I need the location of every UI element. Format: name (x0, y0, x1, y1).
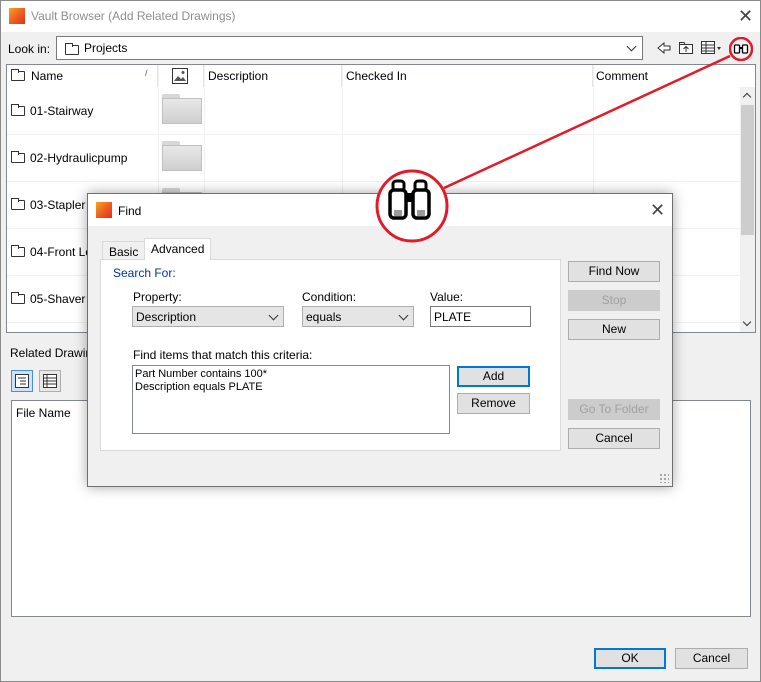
search-for-label: Search For: (113, 266, 176, 280)
add-button[interactable]: Add (457, 366, 530, 387)
condition-value: equals (306, 310, 342, 324)
property-dropdown[interactable]: Description (132, 306, 284, 327)
value-label: Value: (430, 290, 464, 304)
tab-basic[interactable]: Basic (102, 241, 146, 259)
chevron-down-icon (626, 41, 637, 52)
folder-icon (65, 43, 79, 55)
column-header-thumbnail[interactable] (158, 65, 204, 87)
find-close-button[interactable]: ✕ (650, 201, 665, 219)
window-title: Vault Browser (Add Related Drawings) (31, 9, 236, 23)
resize-grip-icon[interactable] (659, 473, 669, 483)
value-input[interactable]: PLATE (430, 306, 531, 327)
title-bar: Vault Browser (Add Related Drawings) ✕ (1, 1, 760, 32)
folder-icon (11, 104, 25, 116)
view-menu-icon[interactable] (700, 40, 722, 56)
new-button[interactable]: New (568, 319, 660, 340)
property-value: Description (136, 310, 197, 324)
find-cancel-button[interactable]: Cancel (568, 428, 660, 449)
column-header-name[interactable]: Name / (7, 65, 158, 87)
criteria-list[interactable]: Part Number contains 100* Description eq… (132, 365, 450, 434)
chevron-down-icon[interactable] (742, 317, 752, 327)
chevron-up-icon[interactable] (742, 92, 752, 102)
folder-icon (11, 245, 25, 257)
binoculars-find-icon[interactable] (729, 37, 753, 61)
folder-icon (11, 292, 25, 304)
tree-view-button[interactable] (11, 370, 33, 392)
ok-button[interactable]: OK (594, 648, 666, 669)
find-dialog-title: Find (118, 204, 142, 218)
app-icon (96, 202, 112, 218)
folder-thumbnail (162, 141, 202, 171)
magnified-binoculars-icon (375, 169, 449, 243)
column-header-description[interactable]: Description (204, 65, 342, 87)
stop-button[interactable]: Stop (568, 290, 660, 311)
scrollbar-thumb[interactable] (741, 105, 754, 235)
up-folder-icon[interactable] (678, 40, 694, 56)
criteria-item[interactable]: Part Number contains 100* (135, 368, 447, 381)
related-drawings-label: Related Drawing (10, 346, 99, 360)
tree-view-icon (15, 374, 29, 388)
file-name-header[interactable]: File Name (16, 406, 71, 420)
advanced-tab-page: Search For: Property: Description Condit… (100, 259, 561, 451)
list-view-icon (43, 374, 57, 388)
criteria-item[interactable]: Description equals PLATE (135, 381, 447, 394)
folder-icon (11, 151, 25, 163)
remove-button[interactable]: Remove (457, 393, 530, 414)
property-label: Property: (133, 290, 182, 304)
column-header-comment[interactable]: Comment (593, 65, 740, 87)
folder-icon (11, 69, 25, 81)
cancel-button[interactable]: Cancel (675, 648, 748, 669)
look-in-combo[interactable]: Projects (56, 36, 643, 60)
criteria-label: Find items that match this criteria: (133, 348, 313, 362)
tab-advanced[interactable]: Advanced (144, 238, 212, 260)
image-icon (172, 68, 188, 84)
column-header-checked-in[interactable]: Checked In (342, 65, 593, 87)
look-in-label: Look in: (8, 42, 51, 56)
vertical-scrollbar[interactable] (740, 87, 755, 332)
app-icon (9, 8, 25, 24)
condition-dropdown[interactable]: equals (302, 306, 414, 327)
folder-thumbnail (162, 94, 202, 124)
folder-icon (11, 198, 25, 210)
back-icon[interactable] (656, 40, 672, 56)
sort-indicator-icon: / (145, 68, 148, 78)
find-now-button[interactable]: Find Now (568, 261, 660, 282)
list-view-button[interactable] (39, 370, 61, 392)
chevron-down-icon (398, 310, 409, 321)
go-to-folder-button[interactable]: Go To Folder (568, 399, 660, 420)
look-in-value: Projects (84, 41, 128, 55)
chevron-down-icon (268, 310, 279, 321)
condition-label: Condition: (302, 290, 357, 304)
close-button[interactable]: ✕ (738, 7, 753, 25)
